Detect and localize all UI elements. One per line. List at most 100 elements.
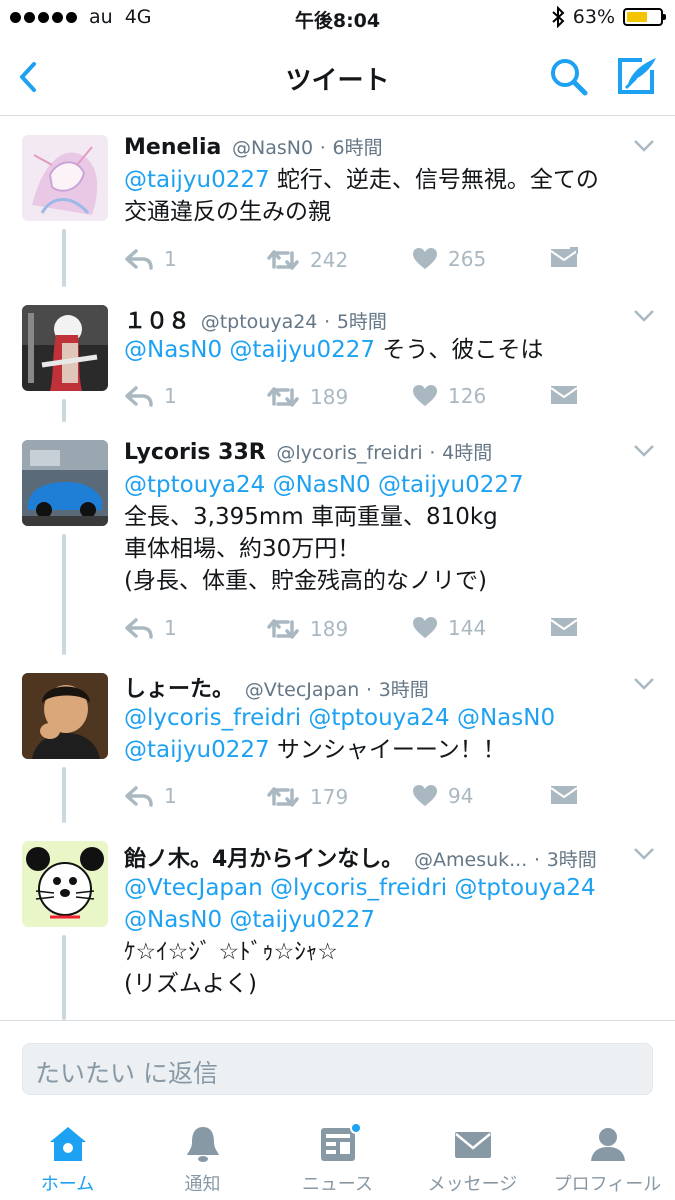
tweet[interactable]: しょーた。 @VtecJapan · 3時間 @lycoris_freidri …	[0, 655, 675, 823]
tweet[interactable]: Menelia @NasN0 · 6時間 @taijyu0227 蛇行、逆走、信…	[0, 117, 675, 287]
retweet-action[interactable]: 189	[266, 384, 348, 410]
like-count: 144	[448, 616, 487, 640]
envelope-icon	[455, 1132, 491, 1158]
avatar[interactable]	[22, 440, 108, 526]
tweet-time: 5時間	[336, 311, 387, 333]
tab-profile[interactable]: プロフィール	[540, 1112, 675, 1200]
direct-message-action[interactable]	[550, 616, 578, 638]
tweet-text: @tptouya24 @NasN0 @taijyu0227 全長、3,395mm…	[124, 469, 655, 597]
avatar[interactable]	[22, 673, 108, 759]
retweet-icon	[267, 619, 299, 639]
tweet-text-line: そう、彼こそは	[375, 337, 544, 363]
thread-line	[62, 229, 66, 287]
tweet-text: @VtecJapan @lycoris_freidri @tptouya24 @…	[124, 872, 655, 1000]
tweet-actions: 1 189 144	[124, 616, 594, 646]
reply-action[interactable]: 1	[124, 247, 177, 271]
author-name[interactable]: しょーた。	[124, 677, 234, 702]
tab-label: メッセージ	[427, 1174, 518, 1195]
direct-message-action[interactable]	[550, 247, 578, 269]
tweet-text-line: (リズムよく)	[124, 971, 257, 997]
avatar[interactable]	[22, 135, 108, 221]
retweet-icon	[267, 387, 299, 407]
author-handle[interactable]: @Amesuk...	[414, 849, 527, 871]
reply-action[interactable]: 1	[124, 784, 177, 808]
tweet-actions: 1 242 265	[124, 247, 594, 277]
chevron-down-icon[interactable]	[633, 309, 655, 323]
mention-link[interactable]: @NasN0 @taijyu0227	[124, 904, 655, 936]
reply-count: 1	[164, 384, 177, 408]
compose-icon[interactable]	[612, 52, 660, 100]
reply-bar: たいたい に返信	[0, 1020, 675, 1112]
retweet-icon	[267, 787, 299, 807]
retweet-action[interactable]: 242	[266, 247, 348, 273]
retweet-count: 242	[310, 248, 349, 272]
retweet-count: 189	[310, 617, 349, 641]
tab-bar: ホーム 通知 ニュース メッセージ プロフィール	[0, 1112, 675, 1200]
separator-dot: ·	[429, 442, 436, 464]
tweet-time: 6時間	[332, 137, 383, 159]
reply-action[interactable]: 1	[124, 616, 177, 640]
chevron-down-icon[interactable]	[633, 677, 655, 691]
reply-count: 1	[164, 784, 177, 808]
direct-message-action[interactable]	[550, 384, 578, 406]
author-name[interactable]: Menelia	[124, 135, 221, 160]
tweet[interactable]: Lycoris 33R @lycoris_freidri · 4時間 @tpto…	[0, 422, 675, 655]
tweet[interactable]: 飴ノ木。4月からインなし。 @Amesuk... · 3時間 @VtecJapa…	[0, 823, 675, 1020]
status-bar: au 4G 午後8:04 63%	[0, 0, 675, 40]
tab-label: ホーム	[40, 1174, 95, 1195]
author-handle[interactable]: @NasN0	[232, 137, 313, 159]
like-action[interactable]: 265	[412, 247, 486, 271]
reply-input[interactable]: たいたい に返信	[22, 1043, 653, 1095]
chevron-down-icon[interactable]	[633, 847, 655, 861]
home-icon	[50, 1127, 86, 1161]
mention-link[interactable]: @VtecJapan @lycoris_freidri @tptouya24	[124, 872, 655, 904]
tab-home[interactable]: ホーム	[0, 1112, 135, 1200]
mention-link[interactable]: @lycoris_freidri @tptouya24 @NasN0	[124, 702, 655, 734]
like-action[interactable]: 94	[412, 784, 473, 808]
battery-icon	[623, 8, 666, 26]
reply-icon	[125, 618, 153, 639]
author-name[interactable]: １０８	[124, 309, 190, 334]
like-count: 94	[448, 784, 474, 808]
tab-news[interactable]: ニュース	[270, 1112, 405, 1200]
reply-action[interactable]: 1	[124, 384, 177, 408]
search-icon[interactable]	[546, 54, 592, 100]
mention-link[interactable]: @tptouya24 @NasN0 @taijyu0227	[124, 469, 655, 501]
author-name[interactable]: 飴ノ木。4月からインなし。	[124, 847, 403, 872]
envelope-icon	[550, 386, 578, 404]
tweet-thread: Menelia @NasN0 · 6時間 @taijyu0227 蛇行、逆走、信…	[0, 117, 675, 1020]
mention-link[interactable]: @taijyu0227	[124, 167, 270, 193]
retweet-count: 189	[310, 385, 349, 409]
chevron-down-icon[interactable]	[633, 444, 655, 458]
tab-notifications[interactable]: 通知	[135, 1112, 270, 1200]
mention-link[interactable]: @taijyu0227	[124, 737, 270, 763]
avatar[interactable]	[22, 305, 108, 391]
retweet-icon	[267, 250, 299, 270]
tweet-text: @lycoris_freidri @tptouya24 @NasN0 @taij…	[124, 702, 655, 766]
tweet-header: 飴ノ木。4月からインなし。 @Amesuk... · 3時間	[124, 841, 621, 873]
tweet-time: 3時間	[378, 679, 429, 701]
author-handle[interactable]: @VtecJapan	[245, 679, 360, 701]
heart-icon	[413, 617, 437, 638]
envelope-icon	[550, 786, 578, 804]
like-action[interactable]: 144	[412, 616, 486, 640]
heart-icon	[413, 385, 437, 406]
like-action[interactable]: 126	[412, 384, 486, 408]
envelope-icon	[550, 247, 578, 267]
direct-message-action[interactable]	[550, 784, 578, 806]
reply-count: 1	[164, 616, 177, 640]
tweet-text: @taijyu0227 蛇行、逆走、信号無視。全ての 交通違反の生みの親	[124, 164, 655, 228]
tweet-time: 4時間	[442, 442, 493, 464]
tweet-text-line: ｹ☆ｲ☆ｼﾞ ☆ﾄﾞｩ☆ｼｬ☆	[124, 939, 338, 965]
retweet-action[interactable]: 179	[266, 784, 348, 810]
mention-link[interactable]: @NasN0 @taijyu0227	[124, 337, 375, 363]
author-name[interactable]: Lycoris 33R	[124, 440, 266, 465]
chevron-down-icon[interactable]	[633, 139, 655, 153]
tab-messages[interactable]: メッセージ	[405, 1112, 540, 1200]
author-handle[interactable]: @lycoris_freidri	[276, 442, 422, 464]
tweet[interactable]: １０８ @tptouya24 · 5時間 @NasN0 @taijyu0227 …	[0, 287, 675, 422]
tab-label: ニュース	[301, 1174, 374, 1195]
author-handle[interactable]: @tptouya24	[201, 311, 318, 333]
retweet-action[interactable]: 189	[266, 616, 348, 642]
avatar[interactable]	[22, 841, 108, 927]
